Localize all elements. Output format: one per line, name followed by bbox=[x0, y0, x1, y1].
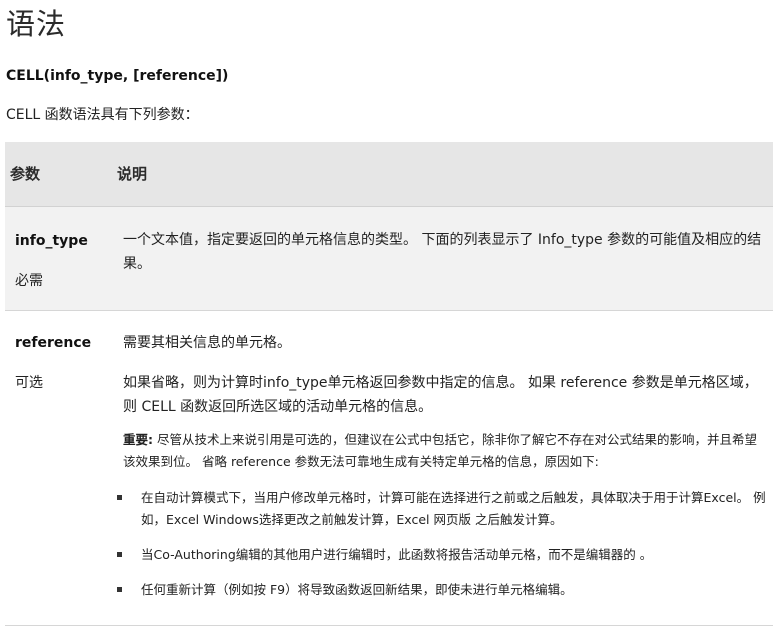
intro-text: CELL 函数语法具有下列参数： bbox=[6, 107, 199, 123]
syntax-formula: CELL(info_type, [reference]) bbox=[6, 68, 229, 84]
arguments-table: 参数 说明 info_type 必需 一个文本值，指定要返回的单元格信息的类型。… bbox=[5, 142, 773, 626]
table-row-reference: reference 可选 需要其相关信息的单元格。 如果省略，则为计算时info… bbox=[5, 311, 773, 626]
bullet-icon bbox=[117, 587, 122, 592]
note-text: 尽管从技术上来说引用是可选的，但建议在公式中包括它，除非你了解它不存在对公式结果… bbox=[123, 432, 757, 469]
table-header-row: 参数 说明 bbox=[5, 142, 773, 207]
section-heading: 语法 bbox=[6, 7, 67, 41]
bullet-icon bbox=[117, 552, 122, 557]
param-description-detail: 如果省略，则为计算时info_type单元格返回参数中指定的信息。 如果 ref… bbox=[123, 375, 758, 415]
document-page: 语法 CELL(info_type, [reference]) CELL 函数语… bbox=[0, 0, 777, 628]
list-item-text: 在自动计算模式下，当用户修改单元格时，计算可能在选择进行之前或之后触发，具体取决… bbox=[141, 490, 766, 527]
header-param: 参数 bbox=[10, 165, 41, 183]
param-name: reference bbox=[15, 335, 92, 351]
bullet-icon bbox=[117, 495, 122, 500]
important-note: 重要: 尽管从技术上来说引用是可选的，但建议在公式中包括它，除非你了解它不存在对… bbox=[123, 429, 763, 473]
param-requirement: 必需 bbox=[15, 273, 43, 289]
table-row-info-type: info_type 必需 一个文本值，指定要返回的单元格信息的类型。 下面的列表… bbox=[5, 207, 773, 311]
header-description: 说明 bbox=[117, 165, 148, 183]
list-item: 当Co-Authoring编辑的其他用户进行编辑时，此函数将报告活动单元格，而不… bbox=[117, 544, 767, 566]
list-item-text: 当Co-Authoring编辑的其他用户进行编辑时，此函数将报告活动单元格，而不… bbox=[141, 547, 653, 562]
list-item-text: 任何重新计算（例如按 F9）将导致函数返回新结果，即使未进行单元格编辑。 bbox=[141, 582, 573, 597]
param-name: info_type bbox=[15, 233, 88, 249]
param-requirement: 可选 bbox=[15, 375, 43, 391]
note-label: 重要: bbox=[123, 432, 153, 447]
list-item: 在自动计算模式下，当用户修改单元格时，计算可能在选择进行之前或之后触发，具体取决… bbox=[117, 487, 767, 531]
reasons-list: 在自动计算模式下，当用户修改单元格时，计算可能在选择进行之前或之后触发，具体取决… bbox=[117, 487, 767, 601]
list-item: 任何重新计算（例如按 F9）将导致函数返回新结果，即使未进行单元格编辑。 bbox=[117, 579, 767, 601]
param-description: 需要其相关信息的单元格。 bbox=[123, 335, 291, 351]
param-description: 一个文本值，指定要返回的单元格信息的类型。 下面的列表显示了 Info_type… bbox=[123, 232, 762, 272]
